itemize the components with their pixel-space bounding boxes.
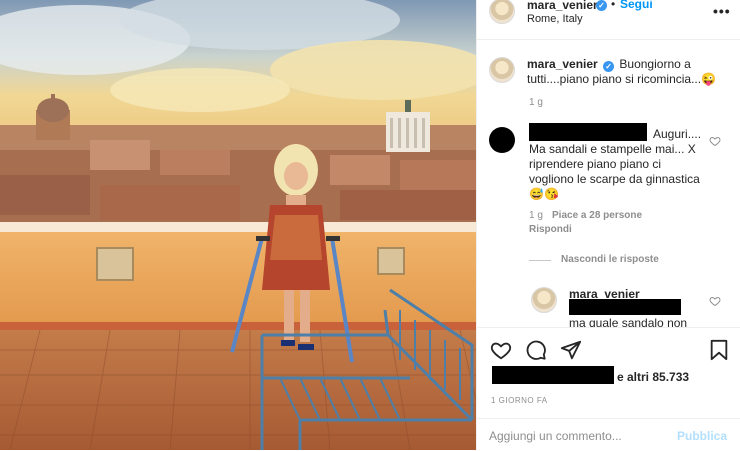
caption-avatar[interactable]	[489, 57, 515, 83]
follow-button[interactable]: Segui	[620, 0, 653, 11]
rome-rooftop-photo	[0, 0, 476, 450]
reply-avatar[interactable]	[531, 287, 557, 313]
publish-button[interactable]: Pubblica	[677, 429, 727, 443]
heart-icon[interactable]	[490, 339, 512, 361]
bookmark-icon[interactable]	[709, 339, 729, 361]
avatar[interactable]	[489, 0, 515, 24]
likes-text: e altri 85.733	[617, 370, 690, 384]
comment-input[interactable]	[489, 427, 669, 445]
hide-replies-button[interactable]: Nascondi le risposte	[561, 254, 659, 265]
separator-dot: •	[611, 0, 616, 11]
comment-icon[interactable]	[525, 339, 547, 361]
comment-like-icon[interactable]	[709, 135, 721, 147]
instagram-post-modal: mara_venier ✓ • Segui Rome, Italy ••• ma…	[0, 0, 740, 450]
post-timestamp: 1 giorno fa	[491, 396, 548, 405]
location-link[interactable]: Rome, Italy	[527, 13, 583, 25]
comments-list[interactable]: mara_venier ✓ Buongiorno a tutti....pian…	[477, 41, 740, 327]
header-username[interactable]: mara_venier	[527, 0, 598, 12]
comment-form: Pubblica	[477, 418, 740, 451]
more-options-icon[interactable]: •••	[713, 3, 731, 19]
comment-text: Auguri.... Ma sandali e stampelle mai...…	[529, 127, 702, 201]
reply-text: ma quale sandalo non	[569, 316, 688, 327]
caption-verified-icon: ✓	[603, 61, 615, 72]
redacted-mention	[569, 299, 681, 315]
comment-time: 1 g	[529, 210, 543, 221]
post-header: mara_venier ✓ • Segui Rome, Italy •••	[477, 0, 740, 40]
post-photo[interactable]	[0, 0, 476, 450]
comment-avatar[interactable]	[489, 127, 515, 153]
comment-likes[interactable]: Piace a 28 persone	[552, 210, 642, 221]
caption-body: mara_venier ✓ Buongiorno a tutti....pian…	[527, 57, 733, 87]
post-side-panel: mara_venier ✓ • Segui Rome, Italy ••• ma…	[476, 0, 740, 450]
caption-time: 1 g	[529, 97, 543, 108]
caption-username[interactable]: mara_venier	[527, 57, 598, 71]
post-actions: e altri 85.733 1 giorno fa Pubblica	[477, 327, 740, 450]
replies-divider	[529, 260, 551, 261]
reply-like-icon[interactable]	[709, 295, 721, 307]
verified-badge-icon: ✓	[596, 0, 607, 11]
reply-button[interactable]: Rispondi	[529, 224, 572, 235]
likes-count[interactable]: e altri 85.733	[617, 370, 689, 384]
redacted-liker	[492, 366, 614, 384]
paper-plane-icon[interactable]	[560, 339, 582, 361]
